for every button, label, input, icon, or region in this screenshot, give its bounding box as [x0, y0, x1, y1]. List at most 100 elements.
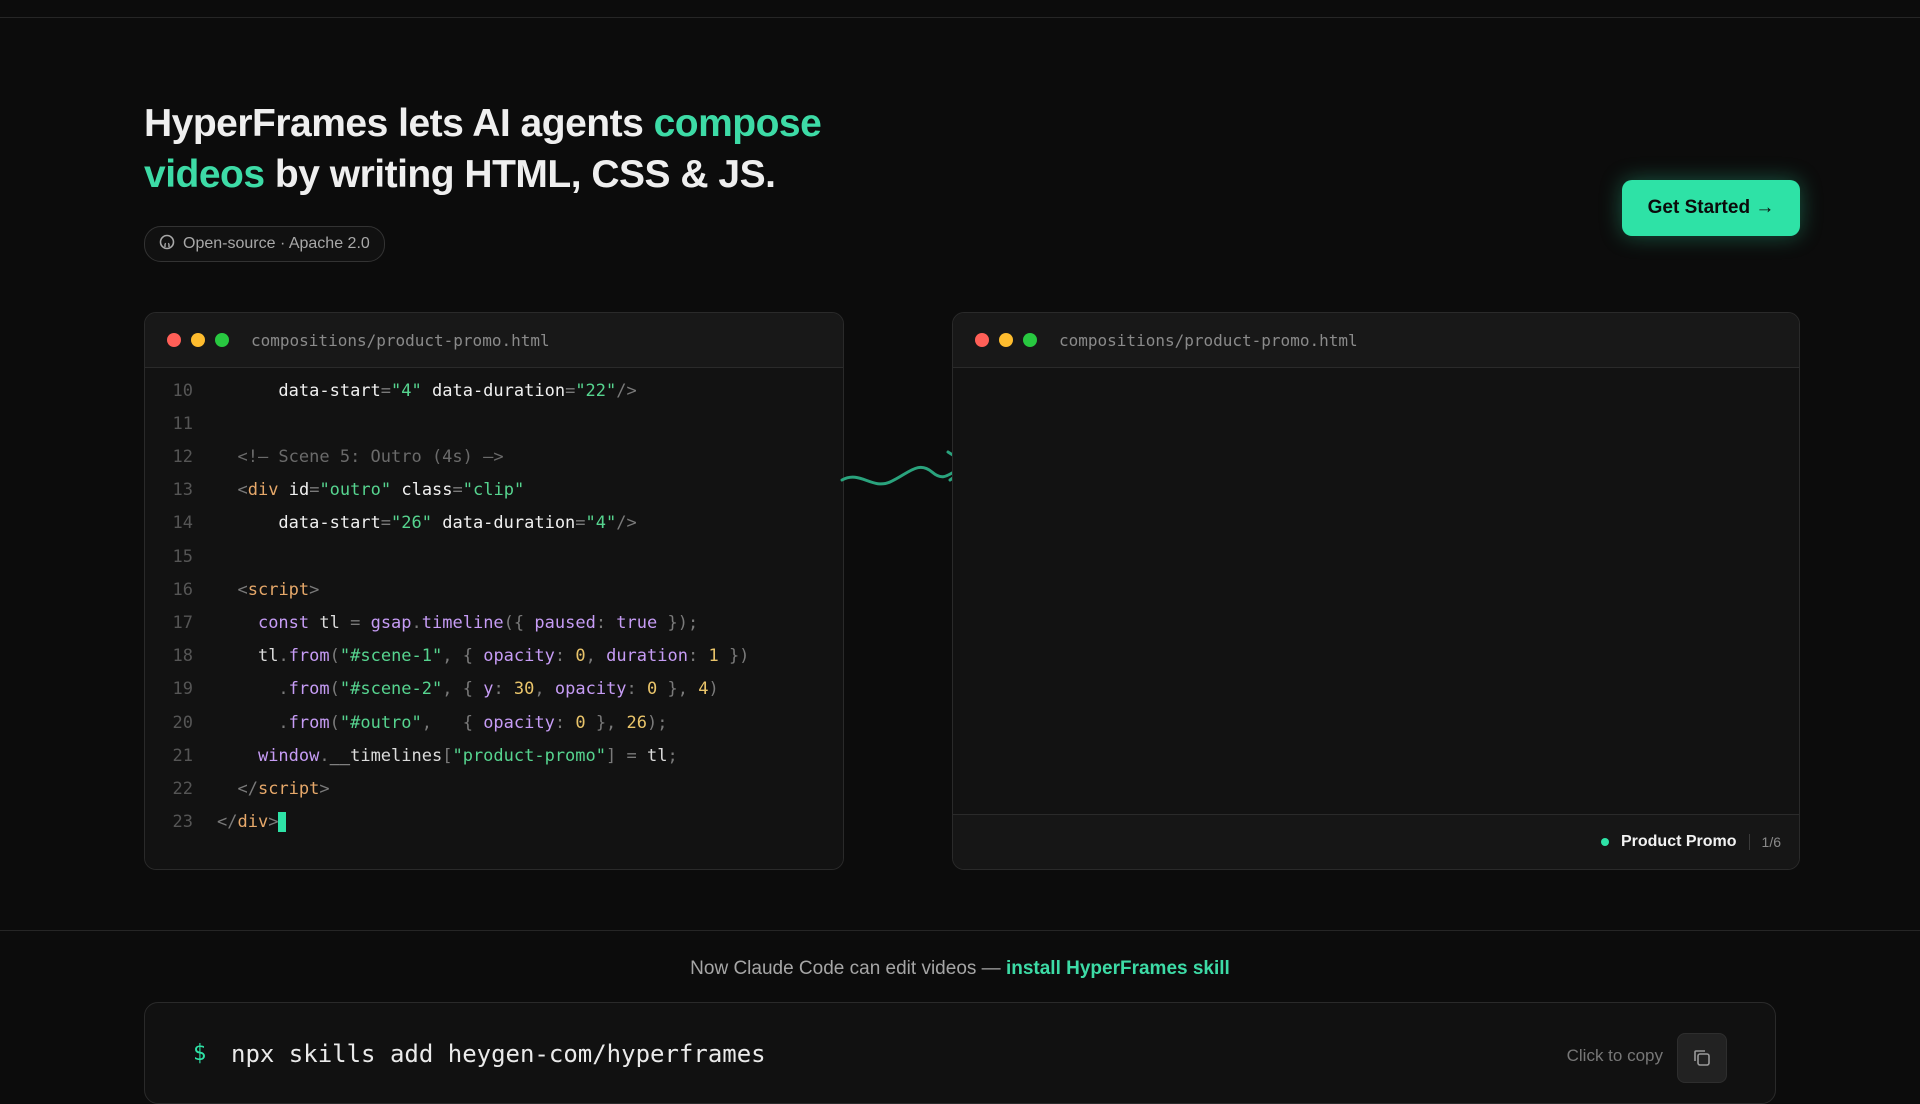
code-token: }, [657, 679, 699, 700]
code-token: : [493, 679, 514, 700]
code-token: = [380, 380, 392, 401]
code-token: : [687, 646, 709, 667]
code-token: const [257, 612, 310, 633]
code-line: 15 [145, 540, 843, 573]
code-token: }) [718, 646, 750, 667]
code-token: tl [646, 745, 668, 766]
code-token: . [411, 612, 422, 633]
code-line: 14 data-start = "26" data-duration = "4"/> [145, 507, 843, 540]
code-token: "26" [391, 513, 432, 534]
line-number: 15 [172, 546, 193, 567]
line-number: 10 [172, 380, 193, 401]
headline-text-2: by writing HTML, CSS & JS. [264, 153, 776, 196]
code-token: ( [329, 712, 340, 733]
code-token: from [288, 679, 330, 700]
code-token: [ [442, 745, 453, 766]
code-token: script [247, 579, 310, 600]
code-token: "#scene-1" [339, 646, 443, 667]
preview-titlebar: compositions/product-promo.html [953, 313, 1799, 368]
code-token: 0 [575, 712, 586, 733]
code-token: }); [657, 612, 699, 633]
code-token: . [278, 679, 289, 700]
code-token: class [401, 480, 453, 501]
code-editor-window: compositions/product-promo.html 10 data-… [144, 312, 844, 870]
preview-footer: Product Promo 1/6 [953, 814, 1799, 869]
code-token: "22" [575, 380, 617, 401]
code-token: "4" [391, 380, 422, 401]
line-number: 17 [172, 612, 193, 633]
headline-text-1: HyperFrames lets AI agents [144, 102, 654, 145]
code-token: ); [647, 712, 668, 733]
install-skill-link[interactable]: install HyperFrames skill [1006, 958, 1230, 979]
code-token: , { [442, 679, 484, 700]
shell-prompt: $ [193, 1041, 207, 1066]
line-number: 11 [172, 413, 193, 434]
code-editor-filename: compositions/product-promo.html [251, 330, 550, 350]
code-token: 4 [698, 679, 709, 700]
video-preview-stage[interactable] [953, 368, 1799, 814]
code-token: opacity [483, 646, 555, 667]
code-token: /> [616, 513, 637, 534]
code-token: true [616, 612, 658, 633]
code-token: = [575, 513, 586, 534]
code-line: 11 [145, 407, 843, 440]
code-token: < [237, 480, 248, 501]
copy-label: Click to copy [1566, 1046, 1663, 1065]
line-number: 18 [172, 646, 193, 667]
code-token: > [319, 778, 330, 799]
get-started-button[interactable]: Get Started → [1622, 180, 1800, 236]
hero-headline: HyperFrames lets AI agents compose video… [144, 98, 864, 200]
code-token: data-start [278, 380, 381, 401]
code-token: , [534, 679, 555, 700]
code-token: > [309, 579, 320, 600]
code-token: ) [708, 679, 719, 700]
code-editor-titlebar: compositions/product-promo.html [145, 313, 843, 368]
code-token: "#outro" [339, 712, 422, 733]
code-line: 13 < div id = "outro" class = "clip" [145, 474, 843, 507]
install-command: npx skills add heygen-com/hyperframes [231, 1040, 766, 1068]
code-token: <!— Scene 5: Outro (4s) —> [237, 446, 504, 467]
code-token: = [350, 612, 371, 633]
code-token: __timelines [329, 745, 443, 766]
code-token: 26 [626, 712, 648, 733]
code-token: from [288, 646, 330, 667]
code-token: paused [534, 612, 596, 633]
code-token: ( [329, 679, 340, 700]
install-command-box[interactable]: $ npx skills add heygen-com/hyperframes … [144, 1002, 1776, 1104]
line-number: 14 [172, 513, 193, 534]
install-note: Now Claude Code can edit videos — instal… [0, 958, 1920, 980]
code-token: : [554, 712, 576, 733]
code-token: ( [329, 646, 340, 667]
code-token: "#scene-2" [339, 679, 443, 700]
code-token: opacity [554, 679, 627, 700]
copy-button[interactable] [1677, 1033, 1727, 1083]
code-token: : [554, 646, 576, 667]
line-number: 20 [172, 712, 193, 733]
code-token: . [278, 646, 289, 667]
minimize-dot-icon [191, 333, 205, 347]
license-badge[interactable]: Open-source · Apache 2.0 [144, 226, 385, 262]
license-label: Open-source · Apache 2.0 [183, 235, 370, 252]
code-token: = [452, 480, 463, 501]
code-token: "outro" [319, 480, 392, 501]
code-token: < [237, 579, 248, 600]
code-token: div [247, 480, 279, 501]
text-caret [278, 812, 287, 833]
footer-divider [1748, 834, 1750, 850]
section-divider [0, 930, 1920, 931]
code-token: , { [421, 712, 484, 733]
code-line: 23 </div > [145, 806, 843, 839]
line-number: 23 [172, 812, 193, 833]
code-token: data-start [278, 513, 381, 534]
code-token: opacity [483, 712, 555, 733]
code-token: tl [309, 612, 351, 633]
code-token: ; [667, 745, 678, 766]
code-editor-body[interactable]: 10 data-start = "4" data-duration = "22"/> 11… [145, 368, 843, 869]
code-token: window [257, 745, 320, 766]
